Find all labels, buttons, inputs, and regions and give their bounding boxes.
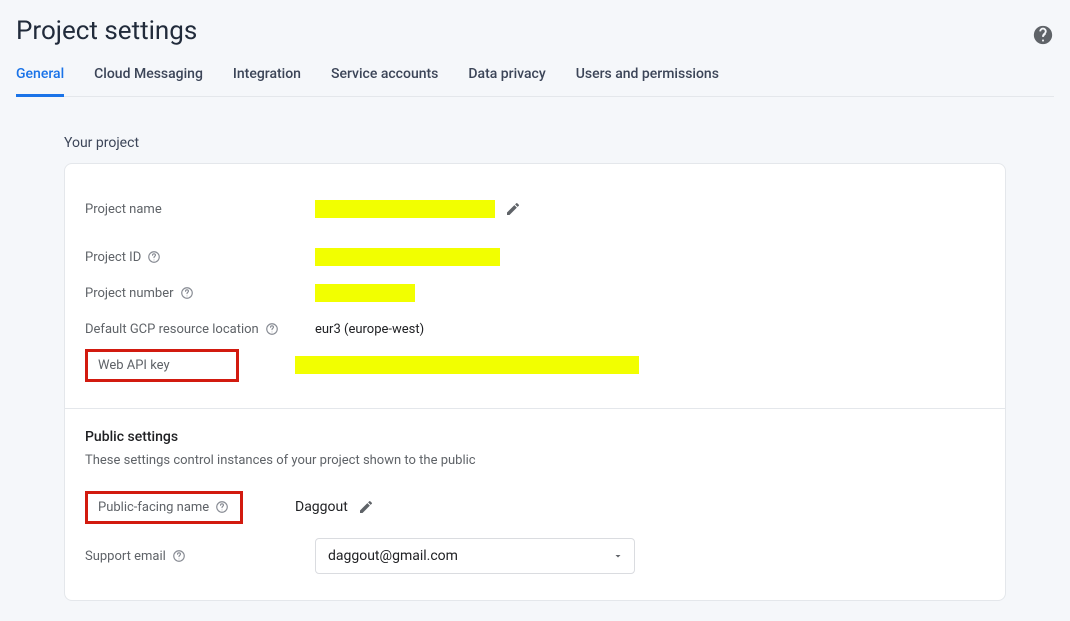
info-icon[interactable] [147, 250, 161, 264]
tab-users-permissions[interactable]: Users and permissions [576, 60, 719, 97]
project-card: Project name Project ID [64, 163, 1006, 601]
edit-public-facing-name-icon[interactable] [358, 499, 374, 515]
highlight-public-facing-name: Public-facing name [85, 491, 243, 524]
info-icon[interactable] [265, 322, 279, 336]
tab-data-privacy[interactable]: Data privacy [468, 60, 545, 97]
label-project-name: Project name [85, 202, 162, 217]
value-public-facing-name: Daggout [295, 499, 348, 515]
page-title: Project settings [16, 16, 197, 46]
label-web-api-key: Web API key [98, 358, 170, 373]
public-settings-desc: These settings control instances of your… [85, 453, 985, 468]
label-project-id: Project ID [85, 250, 141, 265]
info-icon[interactable] [215, 500, 229, 514]
support-email-value: daggout@gmail.com [328, 548, 458, 564]
public-settings-heading: Public settings [85, 429, 985, 445]
tab-service-accounts[interactable]: Service accounts [331, 60, 438, 97]
help-icon[interactable] [1032, 24, 1054, 46]
tabs-bar: General Cloud Messaging Integration Serv… [16, 60, 1054, 97]
info-icon[interactable] [180, 286, 194, 300]
tab-general[interactable]: General [16, 60, 64, 97]
label-public-facing-name: Public-facing name [98, 500, 209, 515]
tab-cloud-messaging[interactable]: Cloud Messaging [94, 60, 203, 97]
highlight-web-api-key: Web API key [85, 349, 239, 382]
value-project-id-redacted [315, 248, 500, 266]
label-project-number: Project number [85, 286, 174, 301]
tab-integration[interactable]: Integration [233, 60, 301, 97]
label-support-email: Support email [85, 549, 166, 564]
label-default-gcp: Default GCP resource location [85, 322, 259, 337]
support-email-select[interactable]: daggout@gmail.com [315, 538, 635, 574]
info-icon[interactable] [172, 549, 186, 563]
value-project-number-redacted [315, 284, 415, 302]
edit-project-name-icon[interactable] [505, 201, 521, 217]
value-project-name-redacted [315, 200, 495, 218]
chevron-down-icon [612, 550, 624, 562]
section-your-project: Your project [64, 135, 1054, 151]
card-divider [65, 408, 1005, 409]
value-default-gcp: eur3 (europe-west) [315, 322, 424, 337]
value-web-api-key-redacted [295, 356, 639, 374]
